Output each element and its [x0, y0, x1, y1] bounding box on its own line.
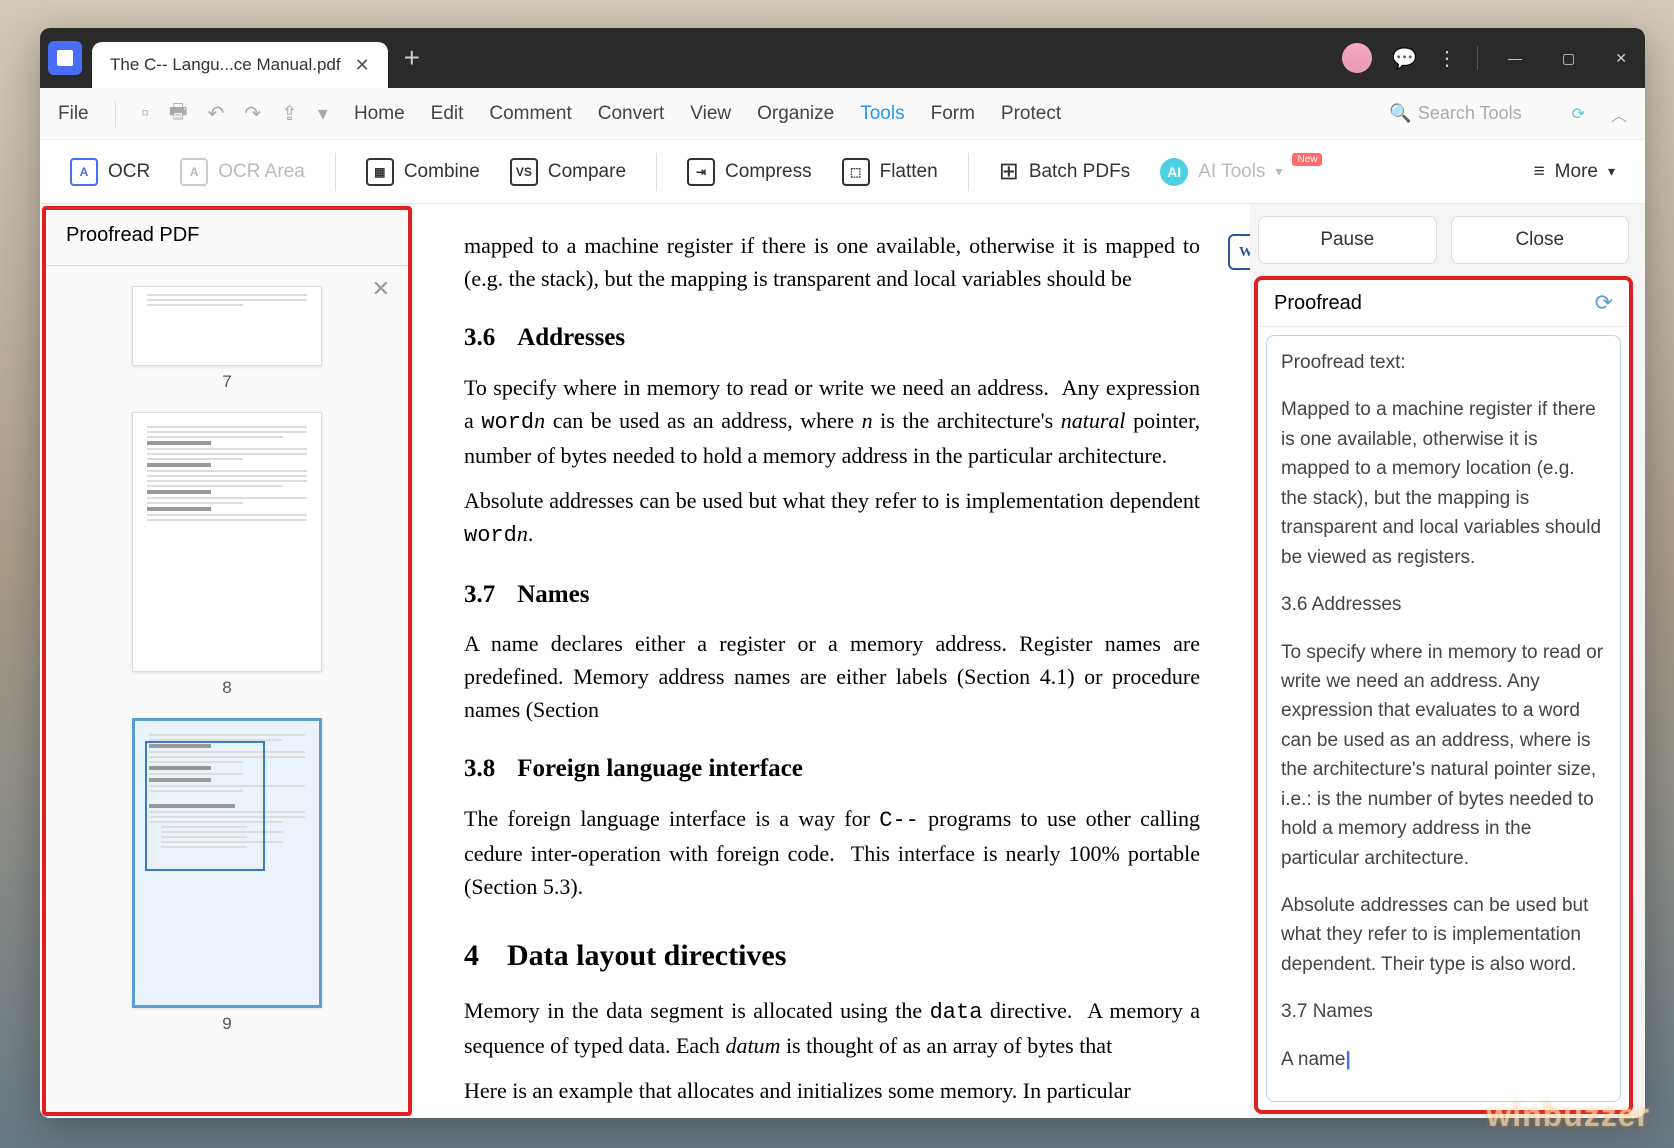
doc-heading-3-8: 3.8Foreign language interface — [464, 750, 1200, 788]
menu-organize[interactable]: Organize — [757, 103, 834, 125]
batch-icon: ⊞ — [999, 157, 1019, 186]
close-tab-icon[interactable]: ✕ — [355, 55, 370, 76]
thumb-label-8: 8 — [66, 678, 388, 698]
save-icon[interactable]: ▫ — [142, 102, 149, 125]
flatten-button[interactable]: ⬚ Flatten — [842, 158, 938, 186]
ocr-area-button[interactable]: A OCR Area — [180, 158, 305, 186]
main-area: Proofread PDF ✕ 7 8 — [40, 204, 1645, 1118]
menu-edit[interactable]: Edit — [431, 103, 464, 125]
doc-heading-3-7: 3.7Names — [464, 576, 1200, 614]
doc-paragraph: Absolute addresses can be used but what … — [464, 484, 1200, 552]
thumbnail-page-9[interactable] — [132, 718, 322, 1008]
proof-paragraph: To specify where in memory to read or wr… — [1281, 638, 1606, 874]
thumbnail-page-7[interactable] — [132, 286, 322, 366]
compare-button[interactable]: VS Compare — [510, 158, 626, 186]
proof-paragraph: Mapped to a machine register if there is… — [1281, 395, 1606, 572]
combine-button[interactable]: ▦ Combine — [366, 158, 480, 186]
batch-pdfs-button[interactable]: ⊞ Batch PDFs — [999, 157, 1130, 186]
more-button[interactable]: ≡ More ▾ — [1534, 161, 1615, 183]
menu-view[interactable]: View — [690, 103, 731, 125]
thumb-label-9: 9 — [66, 1014, 388, 1034]
menu-file[interactable]: File — [58, 103, 89, 125]
doc-heading-3-6: 3.6Addresses — [464, 319, 1200, 357]
ai-tools-button[interactable]: AI AI Tools ▾ New — [1160, 158, 1322, 186]
thumbnail-page-8[interactable] — [132, 412, 322, 672]
search-icon: 🔍 — [1389, 103, 1411, 124]
more-icon: ≡ — [1534, 161, 1545, 183]
collapse-ribbon-icon[interactable]: ︿ — [1611, 102, 1627, 126]
thumb-label-7: 7 — [66, 372, 388, 392]
compress-icon: ⇥ — [687, 158, 715, 186]
document-view[interactable]: W mapped to a machine register if there … — [414, 204, 1250, 1118]
menu-tools[interactable]: Tools — [860, 103, 904, 125]
share-icon[interactable]: ⇪ — [281, 101, 298, 126]
menu-protect[interactable]: Protect — [1001, 103, 1061, 125]
sync-icon[interactable]: ⟳ — [1572, 104, 1585, 124]
panel-title: Proofread — [1274, 292, 1362, 315]
combine-icon: ▦ — [366, 158, 394, 186]
undo-icon[interactable]: ↶ — [208, 101, 225, 126]
doc-paragraph: The foreign language interface is a way … — [464, 802, 1200, 903]
sidebar-title: Proofread PDF — [46, 210, 408, 266]
ocr-button[interactable]: A OCR — [70, 158, 150, 186]
tab-name: The C-- Langu...ce Manual.pdf — [110, 55, 341, 75]
ocr-icon: A — [70, 158, 98, 186]
new-tab-button[interactable]: + — [404, 42, 420, 74]
new-badge: New — [1292, 153, 1322, 166]
compress-button[interactable]: ⇥ Compress — [687, 158, 812, 186]
menu-convert[interactable]: Convert — [598, 103, 665, 125]
doc-paragraph: A name declares either a register or a m… — [464, 627, 1200, 726]
proof-label: Proofread text: — [1281, 348, 1606, 377]
doc-paragraph: Memory in the data segment is allocated … — [464, 994, 1200, 1062]
proofread-panel: Pause Close Proofread ⟳ Proofread text: … — [1250, 204, 1645, 1118]
thumbnail-list[interactable]: ✕ 7 8 — [46, 266, 408, 1112]
minimize-button[interactable]: — — [1498, 50, 1532, 66]
menubar: File ▫ 🖶 ↶ ↷ ⇪ ▾ Home Edit Comment Conve… — [40, 88, 1645, 140]
proof-paragraph-typing: A name — [1281, 1045, 1606, 1074]
search-placeholder: Search Tools — [1418, 103, 1522, 124]
app-window: The C-- Langu...ce Manual.pdf ✕ + 💬 ⋮ — … — [40, 28, 1645, 1118]
proofread-text[interactable]: Proofread text: Mapped to a machine regi… — [1266, 335, 1621, 1102]
kebab-menu-icon[interactable]: ⋮ — [1437, 46, 1457, 71]
refresh-icon[interactable]: ⟳ — [1595, 290, 1613, 316]
titlebar: The C-- Langu...ce Manual.pdf ✕ + 💬 ⋮ — … — [40, 28, 1645, 88]
doc-heading-4: 4Data layout directives — [464, 933, 1200, 978]
chat-icon[interactable]: 💬 — [1392, 46, 1417, 71]
close-window-button[interactable]: ✕ — [1605, 50, 1637, 67]
word-export-icon[interactable]: W — [1228, 234, 1250, 270]
doc-paragraph: To specify where in memory to read or wr… — [464, 371, 1200, 472]
pause-button[interactable]: Pause — [1258, 216, 1437, 264]
compare-icon: VS — [510, 158, 538, 186]
flatten-icon: ⬚ — [842, 158, 870, 186]
menu-comment[interactable]: Comment — [489, 103, 571, 125]
ocr-area-icon: A — [180, 158, 208, 186]
user-avatar[interactable] — [1342, 43, 1372, 73]
doc-paragraph: mapped to a machine register if there is… — [464, 229, 1200, 295]
menu-form[interactable]: Form — [931, 103, 975, 125]
dropdown-icon[interactable]: ▾ — [318, 101, 328, 126]
search-tools[interactable]: 🔍 Search Tools — [1389, 103, 1521, 124]
watermark: winbuzzer — [1486, 1097, 1650, 1134]
tools-toolbar: A OCR A OCR Area ▦ Combine VS Compare ⇥ … — [40, 140, 1645, 204]
proofread-sidebar: Proofread PDF ✕ 7 8 — [42, 206, 412, 1116]
maximize-button[interactable]: ▢ — [1552, 50, 1585, 67]
proofread-output: Proofread ⟳ Proofread text: Mapped to a … — [1254, 276, 1633, 1114]
proof-paragraph: 3.7 Names — [1281, 997, 1606, 1026]
app-icon — [48, 41, 82, 75]
proof-paragraph: 3.6 Addresses — [1281, 590, 1606, 619]
print-icon[interactable]: 🖶 — [169, 97, 188, 131]
redo-icon[interactable]: ↷ — [244, 101, 261, 126]
close-thumbs-icon[interactable]: ✕ — [372, 276, 390, 302]
close-panel-button[interactable]: Close — [1451, 216, 1630, 264]
thumbnail-viewport — [145, 741, 265, 871]
menu-home[interactable]: Home — [354, 103, 405, 125]
doc-paragraph: Here is an example that allocates and in… — [464, 1074, 1200, 1107]
ai-icon: AI — [1160, 158, 1188, 186]
document-tab[interactable]: The C-- Langu...ce Manual.pdf ✕ — [92, 42, 388, 88]
proof-paragraph: Absolute addresses can be used but what … — [1281, 891, 1606, 979]
